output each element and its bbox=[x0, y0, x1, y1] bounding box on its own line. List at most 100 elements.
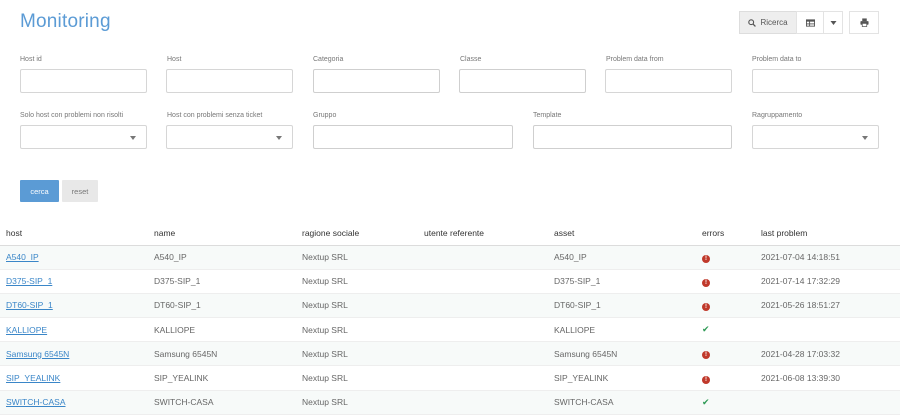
error-icon: ! bbox=[702, 254, 710, 263]
cell-errors: ! bbox=[696, 293, 755, 319]
host-label: Host bbox=[167, 56, 182, 63]
host-link[interactable]: D375-SIP_1 bbox=[6, 276, 52, 286]
toolbar: Ricerca bbox=[739, 11, 879, 34]
template-label: Template bbox=[533, 112, 562, 119]
cell-asset: A540_IP bbox=[548, 245, 696, 270]
problem-to-label: Problem data to bbox=[752, 56, 802, 63]
col-header-name[interactable]: name bbox=[148, 222, 296, 246]
host-id-label: Host id bbox=[20, 56, 42, 63]
cell-host: DT60-SIP_1 bbox=[0, 293, 148, 319]
cell-asset: DT60-SIP_1 bbox=[548, 293, 696, 319]
col-header-asset[interactable]: asset bbox=[548, 222, 696, 246]
cerca-button[interactable]: cerca bbox=[20, 180, 59, 202]
host-senza-ticket-select[interactable] bbox=[166, 125, 293, 149]
table-row[interactable]: KALLIOPE KALLIOPE Nextup SRL KALLIOPE ✔ bbox=[0, 317, 900, 343]
host-input[interactable] bbox=[166, 69, 293, 93]
host-link[interactable]: A540_IP bbox=[6, 252, 39, 262]
error-icon: ! bbox=[702, 278, 710, 287]
cell-host: SIP_YEALINK bbox=[0, 365, 148, 391]
problem-to-input[interactable] bbox=[752, 69, 879, 93]
cell-utente-referente bbox=[418, 365, 548, 391]
cell-ragione-sociale: Nextup SRL bbox=[296, 365, 418, 391]
cell-name: DT60-SIP_1 bbox=[148, 293, 296, 319]
problem-from-label: Problem data from bbox=[606, 56, 664, 63]
cell-name: SIP_YEALINK bbox=[148, 365, 296, 391]
categoria-label: Categoria bbox=[313, 56, 344, 63]
search-button[interactable]: Ricerca bbox=[739, 11, 797, 34]
cell-last-problem: 2021-05-26 18:51:27 bbox=[755, 293, 900, 319]
reset-button[interactable]: reset bbox=[62, 180, 98, 202]
cell-utente-referente bbox=[418, 390, 548, 415]
col-header-utente-referente[interactable]: utente referente bbox=[418, 222, 548, 246]
page-title: Monitoring bbox=[20, 11, 111, 32]
table-row[interactable]: DT60-SIP_1 DT60-SIP_1 Nextup SRL DT60-SIP_1… bbox=[0, 293, 900, 319]
col-header-errors[interactable]: errors bbox=[696, 222, 755, 246]
cell-name: A540_IP bbox=[148, 245, 296, 270]
table-row[interactable]: SIP_YEALINK SIP_YEALINK Nextup SRL SIP_YEAL… bbox=[0, 365, 900, 391]
gruppo-label: Gruppo bbox=[313, 112, 337, 119]
cell-errors: ✔ bbox=[696, 317, 755, 343]
cell-utente-referente bbox=[418, 317, 548, 343]
cell-last-problem bbox=[755, 317, 900, 343]
cell-asset: SWITCH-CASA bbox=[548, 390, 696, 415]
cell-errors: ! bbox=[696, 245, 755, 270]
host-link[interactable]: KALLIOPE bbox=[6, 325, 47, 335]
table-header-row: host name ragione sociale utente referen… bbox=[0, 222, 900, 246]
col-header-host[interactable]: host bbox=[0, 222, 148, 246]
cell-host: D375-SIP_1 bbox=[0, 269, 148, 294]
raggruppamento-label: Ragruppamento bbox=[752, 112, 803, 119]
cell-name: Samsung 6545N bbox=[148, 341, 296, 367]
cell-ragione-sociale: Nextup SRL bbox=[296, 390, 418, 415]
cell-host: A540_IP bbox=[0, 245, 148, 270]
error-icon: ! bbox=[702, 302, 710, 311]
host-link[interactable]: SIP_YEALINK bbox=[6, 373, 60, 383]
cell-errors: ! bbox=[696, 341, 755, 367]
print-button[interactable] bbox=[849, 11, 879, 34]
cell-errors: ! bbox=[696, 365, 755, 391]
cell-ragione-sociale: Nextup SRL bbox=[296, 293, 418, 319]
cell-last-problem: 2021-04-28 17:03:32 bbox=[755, 341, 900, 367]
host-link[interactable]: DT60-SIP_1 bbox=[6, 300, 53, 310]
cell-name: D375-SIP_1 bbox=[148, 269, 296, 294]
table-row[interactable]: D375-SIP_1 D375-SIP_1 Nextup SRL D375-SIP_1… bbox=[0, 269, 900, 294]
cell-last-problem bbox=[755, 390, 900, 415]
print-icon bbox=[859, 18, 869, 27]
categoria-input[interactable] bbox=[313, 69, 440, 93]
cell-asset: Samsung 6545N bbox=[548, 341, 696, 367]
search-button-label: Ricerca bbox=[760, 18, 788, 27]
problem-from-input[interactable] bbox=[605, 69, 732, 93]
results-table: host name ragione sociale utente referen… bbox=[0, 222, 900, 415]
cell-errors: ! bbox=[696, 269, 755, 294]
cell-utente-referente bbox=[418, 341, 548, 367]
cell-host: KALLIOPE bbox=[0, 317, 148, 343]
solo-host-label: Solo host con problemi non risolti bbox=[20, 112, 124, 119]
classe-label: Classe bbox=[460, 56, 482, 63]
cell-utente-referente bbox=[418, 245, 548, 270]
table-view-button[interactable] bbox=[796, 11, 824, 34]
raggruppamento-select[interactable] bbox=[752, 125, 879, 149]
classe-input[interactable] bbox=[459, 69, 586, 93]
table-row[interactable]: Samsung 6545N Samsung 6545N Nextup SRL Sams… bbox=[0, 341, 900, 367]
cell-last-problem: 2021-06-08 13:39:30 bbox=[755, 365, 900, 391]
check-icon: ✔ bbox=[702, 324, 710, 335]
cell-utente-referente bbox=[418, 269, 548, 294]
table-row[interactable]: A540_IP A540_IP Nextup SRL A540_IP! 2021-07-… bbox=[0, 245, 900, 270]
cell-host: SWITCH-CASA bbox=[0, 390, 148, 415]
col-header-last-problem[interactable]: last problem bbox=[755, 222, 900, 246]
cell-utente-referente bbox=[418, 293, 548, 319]
cell-asset: D375-SIP_1 bbox=[548, 269, 696, 294]
host-id-input[interactable] bbox=[20, 69, 147, 93]
host-senza-ticket-label: Host con problemi senza ticket bbox=[167, 112, 263, 119]
host-link[interactable]: SWITCH-CASA bbox=[6, 397, 66, 407]
gruppo-input[interactable] bbox=[313, 125, 513, 149]
template-input[interactable] bbox=[533, 125, 732, 149]
columns-dropdown-button[interactable] bbox=[823, 11, 843, 34]
col-header-ragione-sociale[interactable]: ragione sociale bbox=[296, 222, 418, 246]
host-link[interactable]: Samsung 6545N bbox=[6, 349, 69, 359]
solo-host-select[interactable] bbox=[20, 125, 147, 149]
cell-ragione-sociale: Nextup SRL bbox=[296, 245, 418, 270]
caret-down-icon bbox=[830, 20, 836, 25]
table-row[interactable]: SWITCH-CASA SWITCH-CASA Nextup SRL SWITCH-C… bbox=[0, 390, 900, 415]
cell-errors: ✔ bbox=[696, 390, 755, 415]
cell-ragione-sociale: Nextup SRL bbox=[296, 341, 418, 367]
